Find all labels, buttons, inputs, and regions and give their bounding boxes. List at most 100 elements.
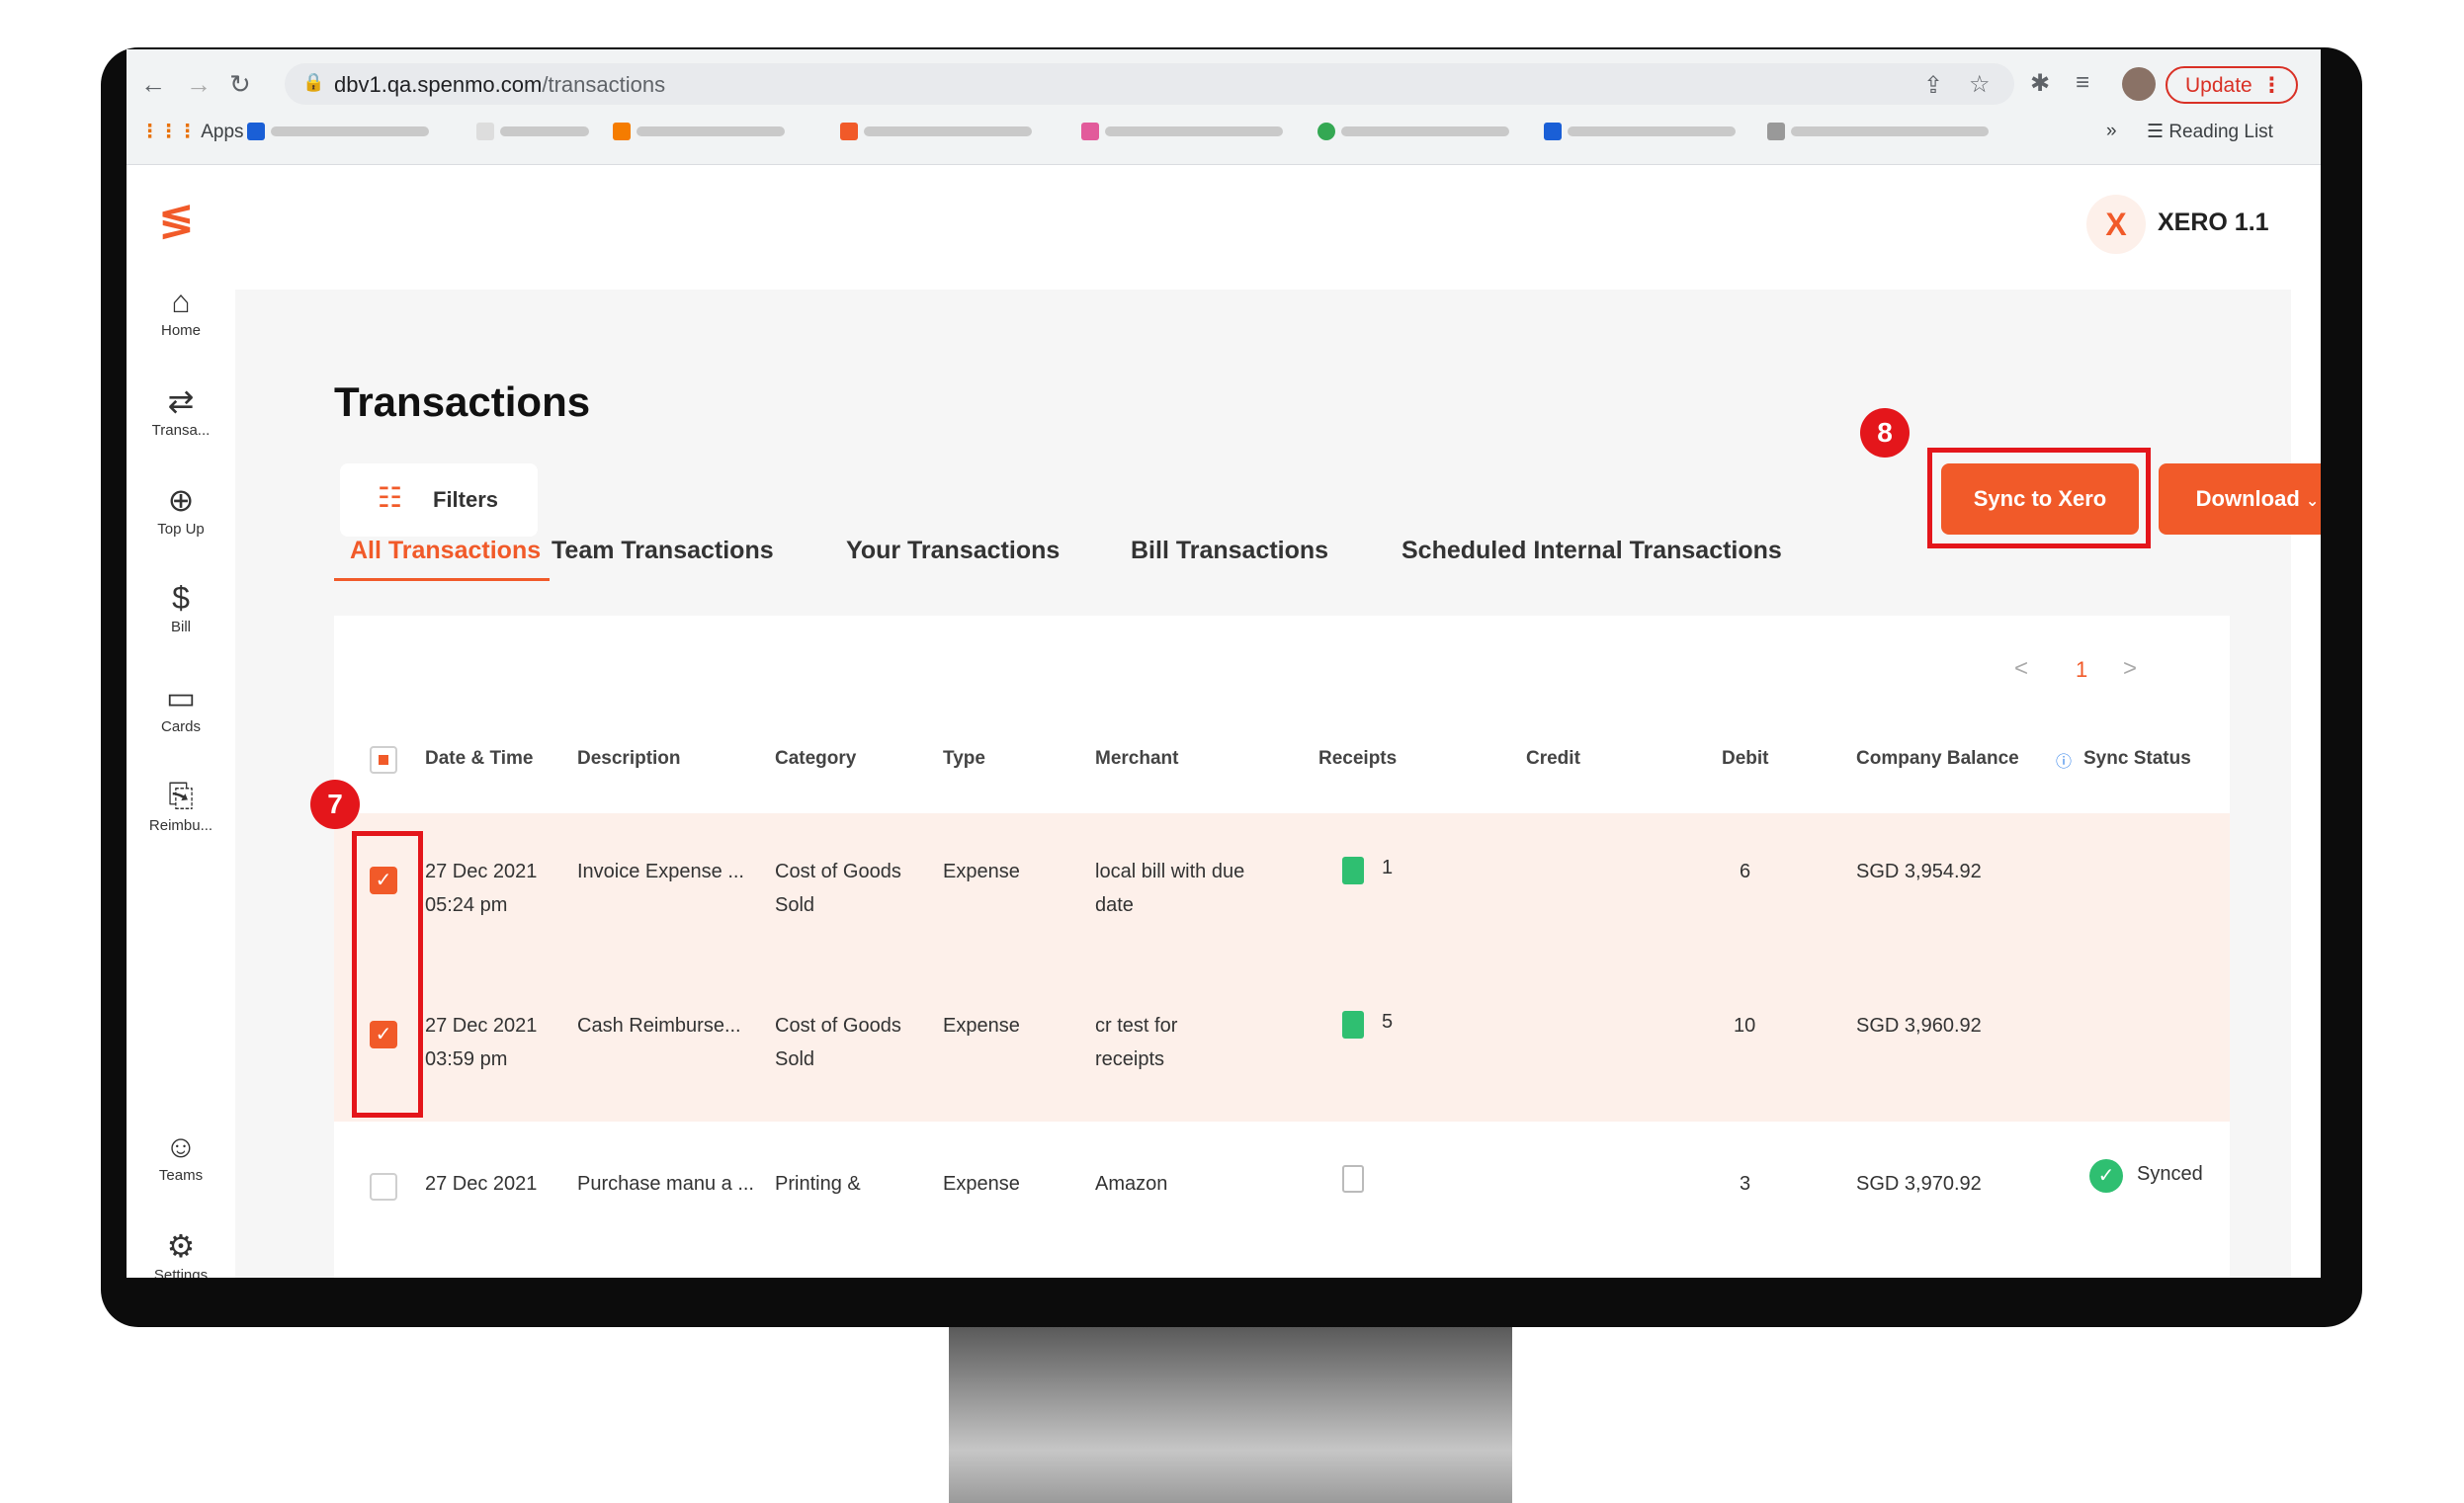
tab-your-transactions[interactable]: Your Transactions xyxy=(846,537,1060,565)
filter-sliders-icon: ☷ xyxy=(378,482,403,513)
chevron-left-icon[interactable]: < xyxy=(2014,655,2028,683)
page-number[interactable]: 1 xyxy=(2076,657,2087,683)
download-button[interactable]: Download ⌄ xyxy=(2159,463,2321,535)
help-icon[interactable]: ⓘ xyxy=(2056,748,2072,772)
bookmark-item[interactable] xyxy=(1317,121,1509,142)
sidebar-label: Home xyxy=(160,322,201,339)
sidebar-item-reimbursement[interactable]: ⎘ Reimbu... xyxy=(127,778,235,834)
kebab-icon: ⋮ xyxy=(2261,74,2282,97)
bookmark-item[interactable] xyxy=(1767,121,1989,142)
share-icon[interactable]: ⇪ xyxy=(1923,71,1943,100)
row-category: Printing & xyxy=(775,1173,861,1195)
reading-list-icon: ☰ xyxy=(2147,122,2165,142)
bookmark-item[interactable] xyxy=(247,121,429,142)
row-description: Invoice Expense ... xyxy=(577,861,744,882)
table-row[interactable]: ✓ 27 Dec 2021 05:24 pm Invoice Expense .… xyxy=(334,813,2230,967)
row-receipts-count: 5 xyxy=(1382,1011,1394,1033)
address-bar[interactable]: 🔒 dbv1.qa.spenmo.com/transactions ⇪ ☆ xyxy=(285,63,2014,105)
row-date: 27 Dec 2021 xyxy=(425,1173,538,1195)
sidebar-item-settings[interactable]: ⚙ Settings xyxy=(127,1227,235,1278)
sidebar-label: Settings xyxy=(153,1267,209,1278)
lock-icon: 🔒 xyxy=(302,72,325,92)
tab-bill-transactions[interactable]: Bill Transactions xyxy=(1131,537,1328,565)
row-merchant-cont: date xyxy=(1095,894,1134,916)
app: ≶ ⌂ Home ⇄ Transa... ⊕ Top Up $ Bill ▭ Cards … xyxy=(127,165,2321,1278)
sidebar-label: Bill xyxy=(170,619,191,635)
filters-label: Filters xyxy=(433,487,499,512)
browser-chrome: ← → ↻ 🔒 dbv1.qa.spenmo.com/transactions … xyxy=(127,49,2321,165)
row-category-cont: Sold xyxy=(775,894,815,916)
row-date: 27 Dec 2021 xyxy=(425,861,538,882)
tab-scheduled-internal-transactions[interactable]: Scheduled Internal Transactions xyxy=(1402,537,1782,565)
receipt-icon[interactable] xyxy=(1342,1011,1364,1039)
row-time: 05:24 pm xyxy=(425,894,508,916)
chevron-down-icon: ⌄ xyxy=(2305,493,2320,510)
download-label: Download xyxy=(2195,486,2300,511)
sidebar-item-transactions[interactable]: ⇄ Transa... xyxy=(127,382,235,439)
monitor-stand xyxy=(949,1327,1512,1503)
receipt-empty-icon[interactable] xyxy=(1342,1165,1364,1193)
chevron-right-icon[interactable]: > xyxy=(2123,655,2137,683)
tab-all-transactions[interactable]: All Transactions xyxy=(350,537,541,565)
profile-avatar[interactable] xyxy=(2122,67,2156,101)
home-icon: ⌂ xyxy=(171,284,191,319)
row-checkbox[interactable] xyxy=(370,1173,397,1201)
row-time: 03:59 pm xyxy=(425,1048,508,1070)
media-icon[interactable]: ≡ xyxy=(2076,69,2089,97)
sidebar-item-home[interactable]: ⌂ Home xyxy=(127,284,235,339)
bookmark-item[interactable] xyxy=(1081,121,1283,142)
reload-icon[interactable]: ↻ xyxy=(229,69,251,100)
filters-button[interactable]: ☷ Filters xyxy=(340,463,538,537)
row-description: Cash Reimburse... xyxy=(577,1015,741,1037)
apps-label: Apps xyxy=(201,122,244,142)
column-header: Merchant xyxy=(1095,748,1179,769)
row-balance: SGD 3,960.92 xyxy=(1856,1015,1982,1037)
org-name[interactable]: XERO 1.1 xyxy=(2158,209,2269,237)
row-description: Purchase manu a ... xyxy=(577,1173,754,1195)
bookmark-item[interactable] xyxy=(476,121,589,142)
table-row[interactable]: ✓ 27 Dec 2021 03:59 pm Cash Reimburse...… xyxy=(334,967,2230,1122)
teams-icon: ☺ xyxy=(164,1128,198,1164)
update-button[interactable]: Update ⋮ xyxy=(2166,66,2298,104)
tab-team-transactions[interactable]: Team Transactions xyxy=(552,537,774,565)
spenmo-logo-icon[interactable]: ≶ xyxy=(158,195,195,245)
column-header: Sync Status xyxy=(2083,748,2191,769)
bookmarks-bar: ⋮⋮⋮ Apps » ☰ Reading List xyxy=(127,115,2321,154)
more-bookmarks[interactable]: » xyxy=(2106,121,2117,142)
screen: ← → ↻ 🔒 dbv1.qa.spenmo.com/transactions … xyxy=(127,49,2321,1278)
bookmark-apps[interactable]: ⋮⋮⋮ Apps xyxy=(140,121,244,143)
annotation-badge-8: 8 xyxy=(1860,408,1910,458)
star-icon[interactable]: ☆ xyxy=(1969,70,1991,99)
row-type: Expense xyxy=(943,861,1020,882)
row-type: Expense xyxy=(943,1015,1020,1037)
bookmark-item[interactable] xyxy=(840,121,1032,142)
row-debit: 3 xyxy=(1740,1173,1751,1195)
check-circle-icon: ✓ xyxy=(2089,1159,2123,1193)
reimburse-icon: ⎘ xyxy=(168,778,194,813)
org-avatar[interactable]: X xyxy=(2086,195,2146,254)
sync-to-xero-button[interactable]: Sync to Xero xyxy=(1941,463,2139,535)
sidebar-item-bill[interactable]: $ Bill xyxy=(127,580,235,635)
back-icon[interactable]: ← xyxy=(140,69,166,100)
row-merchant-cont: receipts xyxy=(1095,1048,1165,1070)
reading-list[interactable]: ☰ Reading List xyxy=(2147,121,2273,143)
bookmark-item[interactable] xyxy=(1544,121,1736,142)
sidebar-label: Cards xyxy=(160,718,201,735)
select-all-checkbox[interactable] xyxy=(370,746,397,774)
column-header: Debit xyxy=(1722,748,1769,769)
column-header: Type xyxy=(943,748,985,769)
bookmark-item[interactable] xyxy=(613,121,785,142)
main-content: Transactions ☷ Filters 8 Sync to Xero Do… xyxy=(235,290,2321,1278)
table-row[interactable]: 27 Dec 2021 Purchase manu a ... Printing… xyxy=(334,1122,2230,1276)
sidebar-item-teams[interactable]: ☺ Teams xyxy=(127,1128,235,1184)
forward-icon[interactable]: → xyxy=(186,69,212,100)
column-header: Credit xyxy=(1526,748,1580,769)
extensions-icon[interactable]: ✱ xyxy=(2030,69,2050,98)
column-header: Company Balance xyxy=(1856,748,2019,769)
sidebar-item-topup[interactable]: ⊕ Top Up xyxy=(127,481,235,538)
row-category: Cost of Goods xyxy=(775,1015,901,1037)
sidebar-label: Teams xyxy=(158,1167,204,1184)
transactions-table: < 1 > Date & Time Description Category T… xyxy=(334,616,2230,1278)
receipt-icon[interactable] xyxy=(1342,857,1364,884)
sidebar-item-cards[interactable]: ▭ Cards xyxy=(127,679,235,735)
